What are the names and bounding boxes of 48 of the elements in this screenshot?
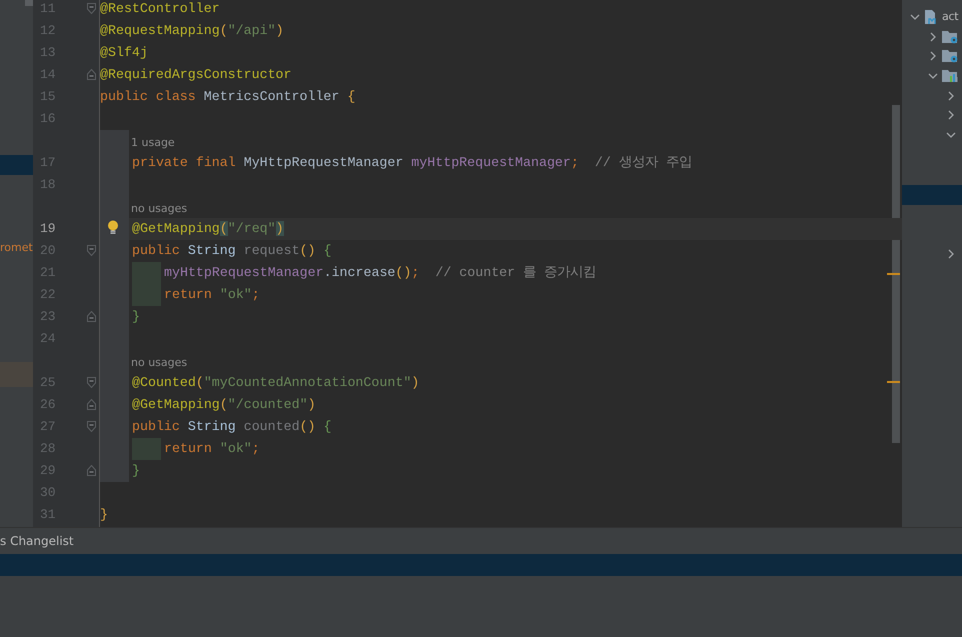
fold-icon[interactable]: [87, 3, 96, 14]
chevron-down-icon[interactable]: [946, 130, 956, 140]
chevron-right-icon[interactable]: [946, 110, 956, 120]
code-line: return "ok";: [164, 286, 260, 304]
usage-hint[interactable]: no usages: [100, 356, 188, 369]
code-line: @Counted("myCountedAnnotationCount"): [132, 374, 420, 392]
fold-icon[interactable]: [87, 399, 96, 410]
code-line: public class MetricsController {: [100, 88, 356, 106]
usage-hint[interactable]: no usages: [100, 202, 188, 215]
code-line: @GetMapping("/req"): [132, 220, 284, 238]
fold-icon[interactable]: [87, 465, 96, 476]
code-line: myHttpRequestManager.increase(); // counter 를 증가시킴: [164, 264, 596, 282]
usage-hint[interactable]: 1 usage: [100, 136, 175, 149]
fold-icon[interactable]: [87, 377, 96, 388]
chart-folder-icon: [942, 68, 958, 84]
code-line: return "ok";: [164, 440, 260, 458]
chevron-right-icon[interactable]: [946, 90, 956, 101]
code-line: }: [100, 506, 108, 524]
code-line: public String counted() {: [132, 418, 332, 436]
code-line: @RequiredArgsConstructor: [100, 66, 292, 84]
scrollbar-thumb[interactable]: [25, 0, 33, 6]
fold-icon[interactable]: [87, 421, 96, 432]
gear-folder-icon: [942, 28, 958, 45]
tree-label[interactable]: act: [942, 10, 958, 24]
gear-folder-icon: [942, 48, 958, 64]
chevron-down-icon[interactable]: [910, 12, 920, 22]
code-line: }: [132, 308, 140, 326]
code-line: @RequestMapping("/api"): [100, 22, 284, 40]
chevron-right-icon[interactable]: [928, 32, 938, 42]
code-line: public String request() {: [132, 242, 332, 260]
warning-marker[interactable]: [887, 381, 900, 383]
code-line: @GetMapping("/counted"): [132, 396, 316, 414]
tool-window-tab[interactable]: s Changelist: [0, 534, 74, 548]
lightbulb-icon[interactable]: [107, 220, 119, 235]
tree-label[interactable]: romet: [0, 238, 33, 258]
fold-icon[interactable]: [87, 311, 96, 322]
code-line: @Slf4j: [100, 44, 148, 62]
warning-marker[interactable]: [887, 273, 900, 275]
scrollbar-thumb[interactable]: [892, 105, 900, 443]
chevron-down-icon[interactable]: [928, 70, 938, 81]
line-number: 19: [40, 220, 56, 238]
fold-icon[interactable]: [87, 69, 96, 80]
code-line: @RestController: [100, 0, 220, 18]
code-line: }: [132, 462, 140, 480]
chevron-right-icon[interactable]: [928, 51, 938, 62]
fold-icon[interactable]: [87, 245, 96, 256]
chevron-right-icon[interactable]: [946, 249, 956, 260]
code-line: private final MyHttpRequestManager myHttpRequestManager; // 생성자 주입: [132, 154, 692, 172]
